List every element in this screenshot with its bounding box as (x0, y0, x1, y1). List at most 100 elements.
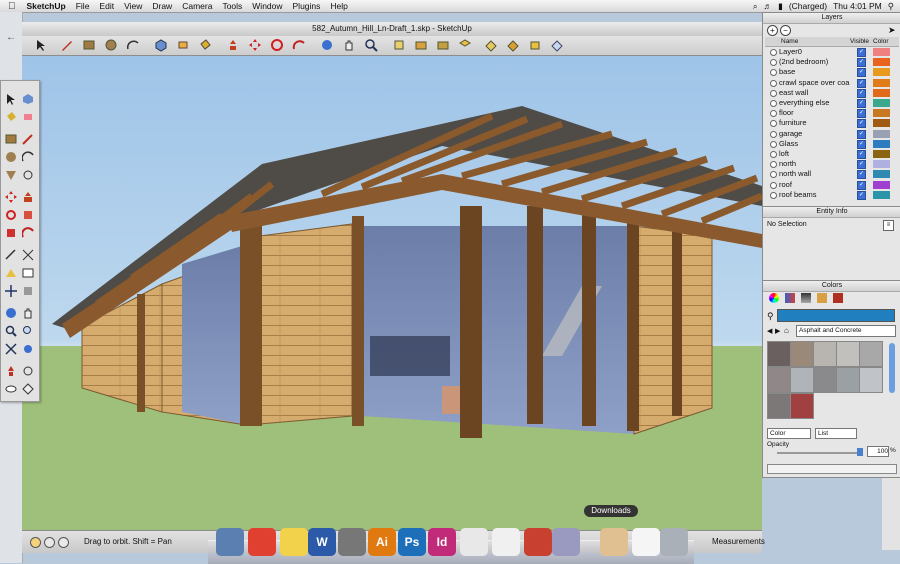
material-swatch[interactable] (767, 393, 791, 419)
rectangle-tool-icon[interactable] (82, 38, 96, 52)
3d-text-icon[interactable] (22, 285, 34, 297)
active-layer-radio[interactable] (770, 191, 777, 199)
extension-icon[interactable] (550, 38, 564, 52)
eraser-icon[interactable] (22, 111, 34, 123)
tape-measure-icon[interactable] (436, 38, 450, 52)
spotlight-icon[interactable]: ⚲ (888, 1, 894, 12)
layer-color-swatch[interactable] (873, 170, 890, 179)
help-icon[interactable] (58, 537, 69, 548)
eraser-tool-icon[interactable] (176, 38, 190, 52)
paint-bucket-icon[interactable] (198, 38, 212, 52)
color-palettes-icon[interactable] (801, 293, 811, 303)
visible-checkbox[interactable]: ✓ (857, 190, 866, 200)
dock-app-icon[interactable] (338, 528, 366, 556)
volume-icon[interactable]: ♬ (764, 1, 773, 11)
active-layer-radio[interactable] (770, 110, 777, 118)
axes-icon[interactable] (5, 285, 17, 297)
menu-plugins[interactable]: Plugins (288, 1, 326, 11)
menu-tools[interactable]: Tools (217, 1, 247, 11)
visible-checkbox[interactable]: ✓ (857, 58, 866, 68)
look-around-icon[interactable] (5, 383, 17, 395)
dimension-icon[interactable] (22, 249, 34, 261)
visible-checkbox[interactable]: ✓ (857, 150, 866, 159)
rotate-tool-icon[interactable] (270, 38, 284, 52)
make-component-icon[interactable] (22, 93, 34, 105)
visible-checkbox[interactable]: ✓ (857, 180, 866, 190)
line-icon[interactable] (22, 133, 34, 145)
dock-app-icon[interactable] (660, 528, 688, 556)
add-layer-icon[interactable]: + (767, 25, 778, 36)
visible-checkbox[interactable]: ✓ (857, 119, 866, 129)
orbit-icon[interactable] (5, 307, 17, 319)
menu-view[interactable]: View (119, 1, 147, 11)
active-layer-radio[interactable] (770, 120, 777, 128)
rectangle-icon[interactable] (5, 133, 17, 145)
warehouse-icon[interactable] (528, 38, 542, 52)
layer-details-icon[interactable]: ➤ (888, 25, 896, 36)
share-model-icon[interactable] (506, 38, 520, 52)
layer-row[interactable]: base ✓ (765, 67, 899, 78)
dock-app-icon[interactable] (280, 528, 308, 556)
arc-tool-icon[interactable] (126, 38, 140, 52)
dock-app-icon[interactable] (600, 528, 628, 556)
zoom-icon[interactable] (5, 325, 17, 337)
active-layer-radio[interactable] (770, 161, 777, 169)
layer-row[interactable]: everything else ✓ (765, 98, 899, 108)
material-swatch[interactable] (859, 367, 883, 393)
layer-color-swatch[interactable] (873, 78, 890, 87)
list-mode-select[interactable]: List (815, 428, 857, 439)
push-pull-icon[interactable] (226, 38, 240, 52)
make-component-icon[interactable] (154, 38, 168, 52)
back-arrow-icon[interactable]: ◀ (767, 327, 772, 335)
layer-color-swatch[interactable] (873, 150, 890, 158)
layer-color-swatch[interactable] (873, 129, 890, 138)
active-layer-radio[interactable] (770, 151, 777, 158)
menu-camera[interactable]: Camera (177, 1, 217, 11)
zoom-tool-icon[interactable] (364, 38, 378, 52)
tape-measure-icon[interactable] (5, 249, 17, 261)
layer-row[interactable]: furniture ✓ (765, 118, 899, 129)
dock-app-icon[interactable] (248, 528, 276, 556)
menu-draw[interactable]: Draw (147, 1, 177, 11)
push-pull-icon[interactable] (22, 191, 34, 203)
get-models-icon[interactable] (484, 38, 498, 52)
layer-color-swatch[interactable] (873, 160, 890, 169)
section-plane-icon[interactable] (458, 38, 472, 52)
layer-row[interactable]: roof ✓ (765, 180, 899, 190)
layer-row[interactable]: loft ✓ (765, 149, 899, 159)
color-wheel-icon[interactable] (769, 293, 779, 303)
visible-checkbox[interactable]: ✓ (857, 88, 866, 98)
follow-me-icon[interactable] (292, 38, 306, 52)
visible-checkbox[interactable]: ✓ (857, 99, 866, 108)
credits-icon[interactable] (44, 537, 55, 548)
material-swatch[interactable] (767, 341, 791, 367)
paint-bucket-icon[interactable] (5, 111, 17, 123)
zoom-window-icon[interactable] (22, 325, 34, 337)
menu-window[interactable]: Window (247, 1, 287, 11)
visible-checkbox[interactable]: ✓ (857, 160, 866, 170)
menu-edit[interactable]: Edit (94, 1, 119, 11)
active-layer-radio[interactable] (770, 130, 777, 138)
layer-row[interactable]: Layer0 ✓ (765, 47, 899, 57)
dock-app-icon[interactable]: Ps (398, 528, 426, 556)
image-palettes-icon[interactable] (817, 293, 827, 303)
zoom-extents-icon[interactable] (5, 343, 17, 355)
material-swatch[interactable] (813, 367, 837, 393)
wifi-icon[interactable]: ⌕ (753, 1, 758, 12)
active-layer-radio[interactable] (770, 89, 777, 97)
active-layer-radio[interactable] (770, 69, 777, 77)
move-tool-icon[interactable] (248, 38, 262, 52)
text-tool-icon[interactable] (22, 267, 34, 279)
visible-checkbox[interactable]: ✓ (857, 109, 866, 119)
pencil-tool-icon[interactable] (60, 38, 74, 52)
menu-app-name[interactable]: SketchUp (22, 1, 71, 11)
select-icon[interactable] (5, 93, 17, 105)
position-camera-icon[interactable] (414, 38, 428, 52)
dock-app-icon[interactable]: Id (428, 528, 456, 556)
home-icon[interactable]: ⌂ (784, 326, 789, 335)
geo-location-icon[interactable] (30, 537, 41, 548)
current-color-swatch[interactable] (777, 309, 895, 322)
swatch-scrollbar[interactable] (889, 343, 895, 393)
entity-details-icon[interactable]: ≡ (883, 220, 894, 231)
active-layer-radio[interactable] (770, 59, 777, 67)
